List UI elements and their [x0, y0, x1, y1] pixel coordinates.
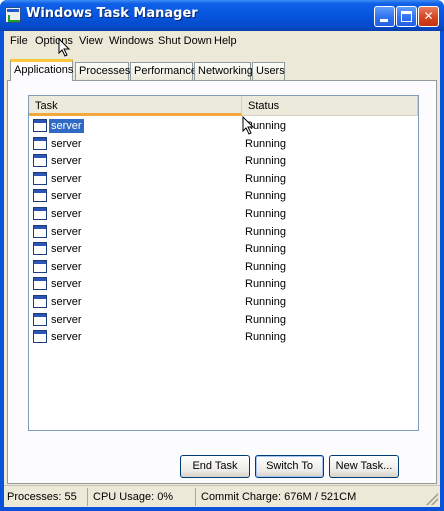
row-status: Running: [245, 260, 286, 273]
table-row[interactable]: server Running: [29, 170, 418, 187]
table-row[interactable]: server Running: [29, 328, 418, 345]
table-row[interactable]: server Running: [29, 275, 418, 292]
row-task-name: server: [51, 296, 82, 308]
close-button[interactable]: ✕: [418, 6, 439, 27]
row-task-name: server: [51, 260, 82, 273]
row-task-name: server: [51, 313, 82, 326]
application-window-icon: [33, 242, 47, 256]
row-status: Running: [245, 243, 286, 256]
row-status: Running: [245, 137, 286, 150]
status-bar: Processes: 55 CPU Usage: 0% Commit Charg…: [4, 485, 440, 507]
task-manager-window: Windows Task Manager ✕ File Options View…: [0, 0, 444, 511]
window-title: Windows Task Manager: [26, 6, 198, 21]
task-list[interactable]: Task Status server Running server Running se…: [28, 95, 419, 431]
menu-windows[interactable]: Windows: [109, 35, 154, 47]
row-status: Running: [245, 208, 286, 220]
tab-performance[interactable]: Performance: [130, 62, 197, 80]
row-status: Running: [245, 120, 286, 132]
application-window-icon: [33, 207, 47, 220]
menu-file[interactable]: File: [10, 35, 28, 47]
row-task-name: server: [51, 137, 82, 150]
menu-help[interactable]: Help: [214, 35, 237, 47]
application-window-icon: [33, 136, 47, 150]
table-row[interactable]: server Running: [29, 135, 418, 152]
table-row[interactable]: server Running: [29, 117, 418, 134]
tab-applications[interactable]: Applications: [10, 59, 73, 81]
row-task-name: server: [51, 225, 82, 238]
minimize-button[interactable]: [374, 6, 395, 27]
table-row[interactable]: server Running: [29, 152, 418, 169]
table-row[interactable]: server Running: [29, 223, 418, 240]
row-status: Running: [245, 313, 286, 326]
menu-view[interactable]: View: [79, 35, 103, 47]
tab-networking[interactable]: Networking: [194, 62, 253, 80]
row-task-name: server: [51, 172, 82, 185]
maximize-button[interactable]: [396, 6, 417, 27]
close-icon: ✕: [423, 9, 434, 23]
row-task-name: server: [51, 331, 82, 344]
table-row[interactable]: server Running: [29, 311, 418, 328]
row-task-name: server: [51, 208, 82, 220]
status-cpu-usage: CPU Usage: 0%: [90, 488, 196, 506]
table-row[interactable]: server Running: [29, 205, 418, 222]
row-status: Running: [245, 296, 286, 308]
row-task-name: server: [49, 119, 84, 133]
row-task-name: server: [51, 155, 82, 168]
application-window-icon: [33, 277, 47, 291]
title-bar[interactable]: Windows Task Manager ✕: [0, 0, 444, 31]
row-status: Running: [245, 172, 286, 185]
applications-panel: Task Status server Running server Running se…: [7, 80, 437, 484]
status-processes: Processes: 55: [4, 488, 88, 506]
column-header-status[interactable]: Status: [242, 96, 418, 116]
new-task-button[interactable]: New Task...: [329, 455, 399, 478]
application-window-icon: [33, 295, 47, 308]
table-row[interactable]: server Running: [29, 258, 418, 275]
tab-strip: Applications Processes Performance Netwo…: [8, 59, 438, 81]
maximize-icon: [401, 11, 412, 22]
tab-processes[interactable]: Processes: [75, 62, 130, 80]
menu-options[interactable]: Options: [35, 35, 73, 47]
menu-shut-down[interactable]: Shut Down: [158, 35, 212, 47]
row-task-name: server: [51, 243, 82, 256]
menu-bar: File Options View Windows Shut Down Help: [4, 31, 440, 51]
resize-grip[interactable]: [426, 493, 438, 505]
row-status: Running: [245, 331, 286, 344]
application-window-icon: [33, 154, 47, 168]
table-row[interactable]: server Running: [29, 293, 418, 310]
application-window-icon: [33, 259, 47, 273]
application-window-icon: [33, 312, 47, 326]
application-window-icon: [33, 224, 47, 238]
application-window-icon: [33, 119, 47, 132]
row-status: Running: [245, 155, 286, 168]
tab-users[interactable]: Users: [252, 62, 285, 80]
end-task-button[interactable]: End Task: [180, 455, 250, 478]
row-status: Running: [245, 278, 286, 291]
row-status: Running: [245, 225, 286, 238]
switch-to-button[interactable]: Switch To: [255, 455, 324, 478]
table-row[interactable]: server Running: [29, 187, 418, 204]
table-row[interactable]: server Running: [29, 240, 418, 257]
application-window-icon: [33, 171, 47, 185]
minimize-icon: [380, 19, 388, 22]
column-header-task[interactable]: Task: [29, 96, 242, 116]
status-commit-charge: Commit Charge: 676M / 521CM: [201, 491, 357, 503]
task-manager-icon: [5, 7, 21, 23]
application-window-icon: [33, 330, 47, 344]
client-area: File Options View Windows Shut Down Help…: [4, 31, 440, 507]
row-task-name: server: [51, 278, 82, 291]
application-window-icon: [33, 189, 47, 203]
row-task-name: server: [51, 190, 82, 203]
list-header: Task Status: [29, 96, 418, 116]
row-status: Running: [245, 190, 286, 203]
